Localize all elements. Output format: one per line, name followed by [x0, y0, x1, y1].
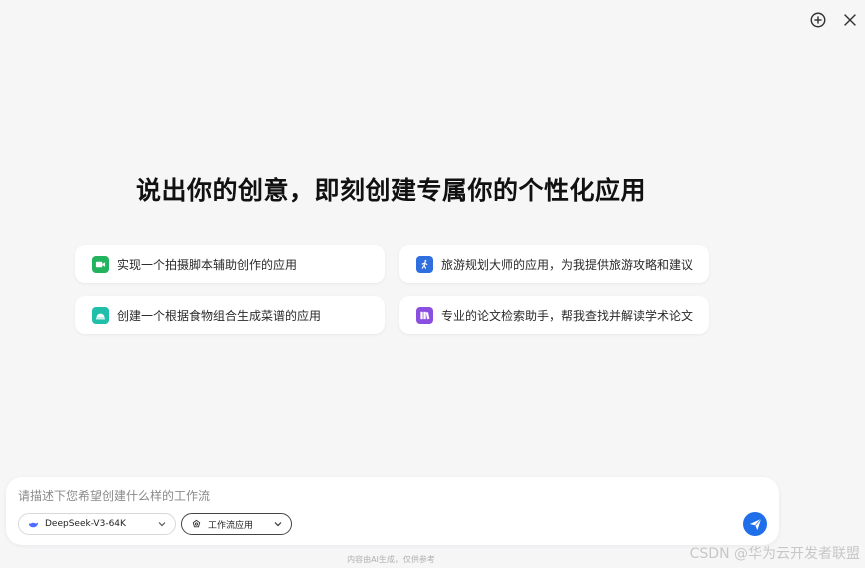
- ai-disclaimer: 内容由AI生成，仅供参考: [347, 555, 435, 564]
- composer: DeepSeek-V3-64K 工作流应用: [6, 477, 779, 545]
- suggestion-label: 旅游规划大师的应用，为我提供旅游攻略和建议: [441, 257, 694, 272]
- app-type-selector[interactable]: 工作流应用: [181, 513, 292, 535]
- suggestion-label: 实现一个拍摄脚本辅助创作的应用: [117, 257, 298, 272]
- food-dome-icon: [92, 306, 109, 324]
- deepseek-whale-icon: [27, 518, 39, 530]
- send-button[interactable]: [743, 512, 767, 536]
- model-label: DeepSeek-V3-64K: [45, 519, 126, 529]
- new-chat-button[interactable]: [807, 9, 829, 31]
- suggestion-card-shooting-script[interactable]: 实现一个拍摄脚本辅助创作的应用: [75, 245, 385, 283]
- watermark: CSDN @华为云开发者联盟: [689, 546, 860, 562]
- chevron-down-icon: [274, 522, 282, 527]
- page-title: 说出你的创意，即刻创建专属你的个性化应用: [135, 176, 646, 205]
- prompt-input[interactable]: [18, 487, 718, 505]
- close-button[interactable]: [839, 9, 861, 31]
- suggestion-card-travel-planner[interactable]: 旅游规划大师的应用，为我提供旅游攻略和建议: [399, 245, 709, 283]
- app-type-label: 工作流应用: [208, 520, 254, 531]
- suggestion-label: 创建一个根据食物组合生成菜谱的应用: [117, 308, 322, 323]
- suggestion-card-paper-assistant[interactable]: 专业的论文检索助手，帮我查找并解读学术论文: [399, 296, 709, 334]
- suggestion-label: 专业的论文检索助手，帮我查找并解读学术论文: [441, 308, 694, 323]
- walking-person-icon: [416, 255, 433, 273]
- plus-circle-icon: [810, 12, 826, 28]
- model-selector[interactable]: DeepSeek-V3-64K: [18, 513, 176, 535]
- close-icon: [844, 14, 856, 26]
- chevron-down-icon: [158, 522, 166, 527]
- books-icon: [416, 306, 433, 324]
- workflow-icon: [190, 518, 202, 530]
- top-actions: [807, 9, 861, 31]
- suggestion-card-recipe-generator[interactable]: 创建一个根据食物组合生成菜谱的应用: [75, 296, 385, 334]
- video-camera-icon: [92, 255, 109, 273]
- paper-plane-icon: [749, 518, 761, 530]
